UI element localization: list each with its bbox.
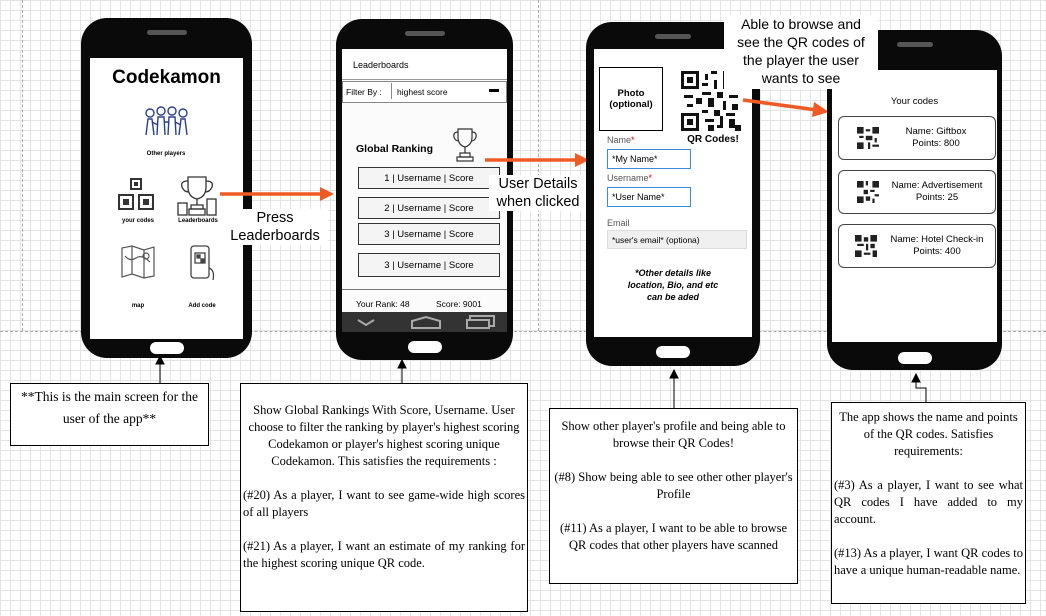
note-player-profile: Show other player's profile and being ab… (549, 408, 798, 584)
note-text: The app shows the name and points of the… (839, 410, 1018, 458)
note-leaderboards: Show Global Rankings With Score, Usernam… (240, 383, 528, 612)
note-requirement: (#8) Show being able to see other other … (554, 470, 793, 501)
note-requirement: (#11) As a player, I want to be able to … (559, 521, 788, 552)
note-requirement: (#3) As a player, I want to see what QR … (834, 478, 1023, 526)
note-text: Show Global Rankings With Score, Usernam… (248, 403, 520, 468)
note-requirement: (#20) As a player, I want to see game-wi… (243, 488, 525, 519)
note-requirement: (#13) As a player, I want QR codes to ha… (834, 546, 1023, 577)
note-text: Show other player's profile and being ab… (561, 419, 786, 450)
note-main-screen: **This is the main screen for the user o… (10, 383, 209, 446)
note-requirement: (#21) As a player, I want an estimate of… (243, 539, 525, 570)
note-your-codes: The app shows the name and points of the… (831, 402, 1026, 604)
